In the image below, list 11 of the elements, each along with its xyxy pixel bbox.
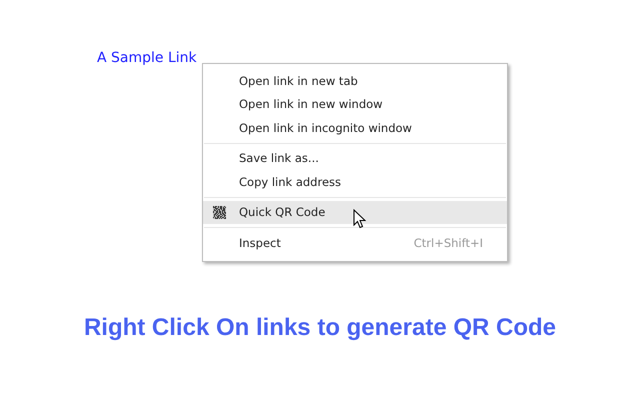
sample-link[interactable]: A Sample Link <box>97 50 197 66</box>
menu-item[interactable]: Copy link address <box>203 170 507 194</box>
menu-item[interactable]: Inspect Ctrl+Shift+I <box>203 231 507 254</box>
menu-item[interactable]: Open link in new window <box>203 92 507 116</box>
caption-text: Right Click On links to generate QR Code <box>82 314 558 342</box>
mouse-pointer-icon <box>353 208 366 228</box>
qr-code-icon <box>213 206 226 219</box>
menu-item[interactable]: Open link in incognito window <box>203 116 507 140</box>
menu-item[interactable]: Open link in new tab <box>203 69 507 92</box>
menu-item[interactable]: Save link as... <box>203 146 507 170</box>
shortcut-hint: Ctrl+Shift+I <box>414 236 483 250</box>
